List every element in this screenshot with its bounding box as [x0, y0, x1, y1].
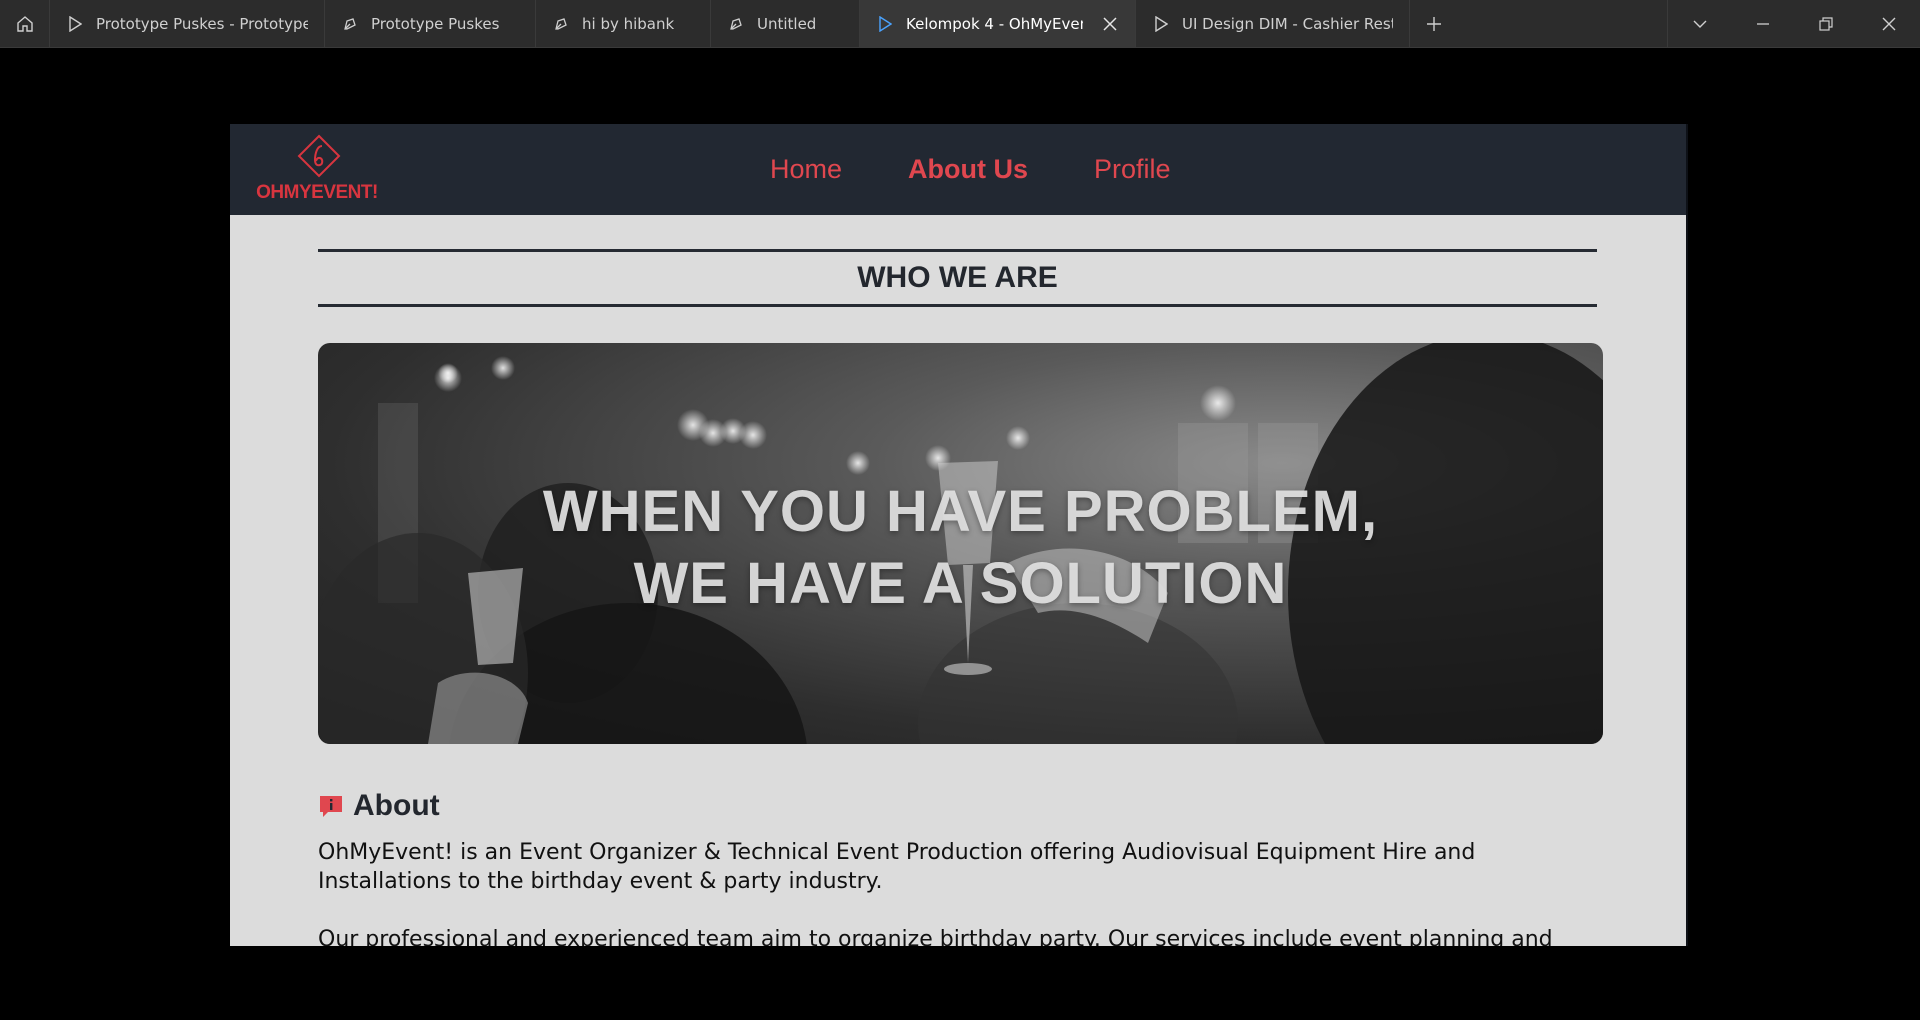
tab-label: Prototype Puskes - Prototype dri	[96, 14, 308, 33]
home-button[interactable]	[0, 0, 50, 47]
tab-bar-spacer	[1458, 0, 1668, 47]
tab-label: hi by hibank	[582, 14, 675, 33]
nav-home[interactable]: Home	[770, 154, 842, 185]
about-heading: About	[318, 789, 440, 823]
new-tab-button[interactable]	[1410, 0, 1458, 47]
tab-untitled[interactable]: Untitled	[711, 0, 860, 47]
section-title-band: WHO WE ARE	[318, 249, 1597, 307]
tab-ui-design-dim-cashier[interactable]: UI Design DIM - Cashier Restorar	[1136, 0, 1410, 47]
play-icon	[876, 15, 894, 33]
tab-list-button[interactable]	[1668, 0, 1731, 47]
tab-prototype-puskes[interactable]: Prototype Puskes	[325, 0, 536, 47]
minimize-icon	[1756, 22, 1769, 25]
pen-tool-icon	[552, 15, 570, 33]
section-title: WHO WE ARE	[857, 261, 1058, 294]
hero-banner-image: WHEN YOU HAVE PROBLEM, WE HAVE A SOLUTIO…	[318, 343, 1603, 744]
about-title: About	[353, 789, 440, 822]
site-logo[interactable]: OHMYEVENT!	[247, 134, 387, 206]
about-paragraph-1: OhMyEvent! is an Event Organizer & Techn…	[318, 840, 1476, 894]
minimize-button[interactable]	[1731, 0, 1794, 47]
home-icon	[16, 15, 33, 32]
plus-icon	[1427, 16, 1441, 31]
nav-about-us[interactable]: About Us	[908, 154, 1028, 185]
tab-label: Prototype Puskes	[371, 14, 500, 33]
close-icon	[1882, 17, 1895, 30]
tab-hi-by-hibank[interactable]: hi by hibank	[536, 0, 711, 47]
hero-line-1: WHEN YOU HAVE PROBLEM,	[542, 479, 1379, 544]
logo-diamond-icon	[297, 134, 341, 178]
play-icon	[1152, 15, 1170, 33]
nav-profile[interactable]: Profile	[1094, 154, 1171, 185]
chevron-down-icon	[1693, 20, 1706, 28]
prototype-frame: OHMYEVENT! Home About Us Profile WHO WE …	[230, 124, 1688, 946]
play-icon	[66, 15, 84, 33]
pen-tool-icon	[727, 15, 745, 33]
nav-links: Home About Us Profile	[770, 124, 1171, 215]
pen-tool-icon	[341, 15, 359, 33]
tab-label: Kelompok 4 - OhMyEvent! P	[906, 14, 1083, 33]
info-alert-icon	[320, 796, 342, 817]
about-paragraph-2: Our professional and experienced team ai…	[318, 927, 1553, 946]
hero-tagline: WHEN YOU HAVE PROBLEM, WE HAVE A SOLUTIO…	[318, 476, 1603, 620]
restore-icon	[1818, 16, 1833, 31]
close-tab-icon[interactable]	[1101, 15, 1119, 33]
site-navbar: OHMYEVENT! Home About Us Profile	[230, 124, 1686, 215]
restore-button[interactable]	[1794, 0, 1857, 47]
tab-prototype-puskes-drive[interactable]: Prototype Puskes - Prototype dri	[50, 0, 325, 47]
tab-label: UI Design DIM - Cashier Restorar	[1182, 14, 1393, 33]
tab-label: Untitled	[757, 14, 817, 33]
tab-kelompok-4-ohmyevent[interactable]: Kelompok 4 - OhMyEvent! P	[860, 0, 1136, 47]
hero-line-2: WE HAVE A SOLUTION	[633, 551, 1288, 616]
logo-text: OHMYEVENT!	[256, 182, 378, 203]
browser-tab-bar: Prototype Puskes - Prototype dri Prototy…	[0, 0, 1920, 48]
close-window-button[interactable]	[1857, 0, 1920, 47]
